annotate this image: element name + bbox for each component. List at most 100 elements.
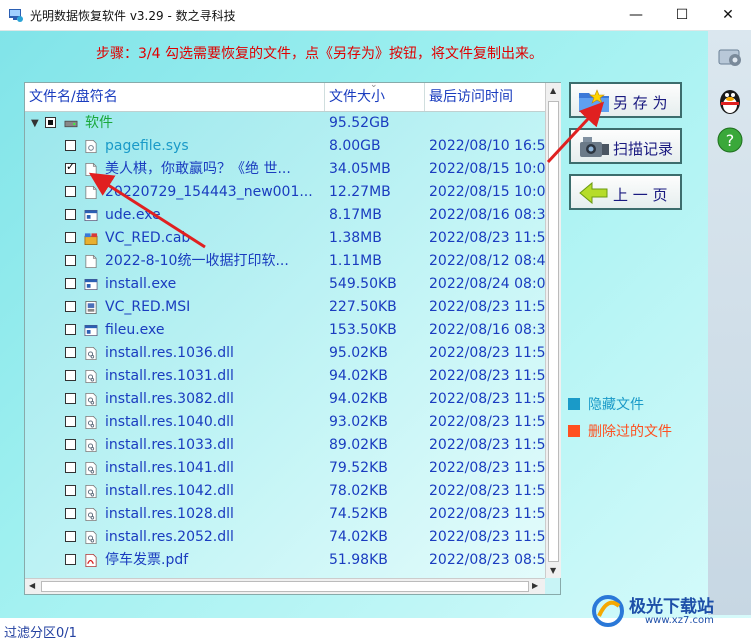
file-row[interactable]: install.res.1040.dll 93.02KB 2022/08/23 11…	[25, 411, 545, 434]
row-checkbox[interactable]	[65, 186, 76, 197]
file-row[interactable]: VC_RED.MSI 227.50KB 2022/08/23 11:5	[25, 296, 545, 319]
file-size: 95.02KB	[329, 345, 388, 361]
row-checkbox[interactable]	[65, 347, 76, 358]
row-checkbox[interactable]	[65, 439, 76, 450]
dll-icon	[85, 485, 97, 498]
file-size: 74.52KB	[329, 506, 388, 522]
row-checkbox[interactable]	[65, 393, 76, 404]
file-time: 2022/08/23 11:5	[429, 391, 545, 407]
dll-icon	[85, 508, 97, 521]
file-size: 549.50KB	[329, 276, 397, 292]
blank-file-icon	[85, 186, 97, 199]
file-row[interactable]: install.res.1036.dll 95.02KB 2022/08/23 11…	[25, 342, 545, 365]
cab-icon	[84, 233, 98, 245]
row-checkbox[interactable]	[65, 232, 76, 243]
legend-deleted-files: 删除过的文件	[568, 421, 672, 441]
file-row[interactable]: install.res.1042.dll 78.02KB 2022/08/23 11…	[25, 480, 545, 503]
file-time: 2022/08/23 11:5	[429, 437, 545, 453]
qq-penguin-icon[interactable]	[716, 84, 744, 116]
row-checkbox[interactable]	[45, 117, 56, 128]
file-row[interactable]: install.res.3082.dll 94.02KB 2022/08/23 11…	[25, 388, 545, 411]
file-size: 89.02KB	[329, 437, 388, 453]
file-name: 美人棋，你敢赢吗？《绝 世...	[105, 161, 291, 177]
row-checkbox[interactable]	[65, 370, 76, 381]
vertical-scrollbar[interactable]: ▲ ▼	[545, 83, 561, 578]
horizontal-scrollbar[interactable]: ◀ ▶	[25, 578, 545, 594]
scroll-up-icon[interactable]: ▲	[550, 86, 556, 95]
file-list-rows: ▼ 软件 95.52GB pagefile.sys 8.00GB 2022/08/10 1…	[25, 112, 545, 578]
file-size: 8.00GB	[329, 138, 381, 154]
column-time-header[interactable]: 最后访问时间	[425, 83, 545, 111]
exe-icon	[84, 209, 98, 222]
file-row[interactable]: 美人棋，你敢赢吗？《绝 世... 34.05MB 2022/08/15 10:0	[25, 158, 545, 181]
file-row[interactable]: ▼ 软件 95.52GB	[25, 112, 545, 135]
exe-icon	[84, 324, 98, 337]
row-checkbox[interactable]	[65, 278, 76, 289]
column-name-header[interactable]: 文件名/盘符名	[25, 83, 325, 111]
file-time: 2022/08/15 10:0	[429, 161, 545, 177]
file-row[interactable]: 20220729_154443_new001... 12.27MB 2022/08/…	[25, 181, 545, 204]
file-size: 8.17MB	[329, 207, 382, 223]
file-name: VC_RED.MSI	[105, 299, 191, 315]
file-row[interactable]: fileu.exe 153.50KB 2022/08/16 08:3	[25, 319, 545, 342]
file-size: 94.02KB	[329, 368, 388, 384]
scroll-down-icon[interactable]: ▼	[550, 566, 556, 575]
row-checkbox[interactable]	[65, 462, 76, 473]
help-icon[interactable]: ?	[716, 126, 744, 154]
scroll-left-icon[interactable]: ◀	[29, 581, 35, 590]
file-size: 12.27MB	[329, 184, 391, 200]
dll-icon	[85, 347, 97, 360]
row-checkbox[interactable]	[65, 324, 76, 335]
file-row[interactable]: pagefile.sys 8.00GB 2022/08/10 16:5	[25, 135, 545, 158]
file-row[interactable]: install.res.1041.dll 79.52KB 2022/08/23 11…	[25, 457, 545, 480]
right-toolbar: ?	[708, 30, 751, 615]
watermark-url: www.xz7.com	[645, 615, 714, 626]
vertical-scroll-thumb[interactable]	[548, 101, 559, 562]
file-name: pagefile.sys	[105, 138, 189, 154]
minimize-button[interactable]: —	[613, 0, 659, 30]
row-checkbox[interactable]	[65, 508, 76, 519]
save-as-button[interactable]: 另 存 为	[569, 82, 682, 118]
expand-toggle-icon[interactable]: ▼	[31, 118, 39, 129]
dll-icon	[85, 416, 97, 429]
row-checkbox[interactable]	[65, 416, 76, 427]
settings-icon[interactable]	[716, 44, 744, 70]
file-row[interactable]: install.res.1031.dll 94.02KB 2022/08/23 11…	[25, 365, 545, 388]
prev-page-label: 上 一 页	[613, 186, 668, 204]
dll-icon	[85, 531, 97, 544]
file-row[interactable]: ude.exe 8.17MB 2022/08/16 08:3	[25, 204, 545, 227]
msi-icon	[85, 301, 97, 314]
dll-icon	[85, 393, 97, 406]
maximize-button[interactable]: ☐	[659, 0, 705, 30]
prev-page-button[interactable]: 上 一 页	[569, 174, 682, 210]
file-time: 2022/08/23 11:5	[429, 299, 545, 315]
save-as-label: 另 存 为	[613, 94, 668, 112]
system-file-icon	[85, 140, 97, 153]
blank-file-icon	[85, 163, 97, 176]
close-button[interactable]: ✕	[705, 0, 751, 30]
row-checkbox[interactable]	[65, 209, 76, 220]
file-row[interactable]: install.res.1028.dll 74.52KB 2022/08/23 11…	[25, 503, 545, 526]
row-checkbox[interactable]	[65, 140, 76, 151]
file-time: 2022/08/23 11:5	[429, 368, 545, 384]
legend-swatch	[568, 425, 580, 437]
row-checkbox[interactable]	[65, 531, 76, 542]
file-row[interactable]: install.res.2052.dll 74.02KB 2022/08/23 11…	[25, 526, 545, 549]
row-checkbox[interactable]	[65, 554, 76, 565]
file-size: 74.02KB	[329, 529, 388, 545]
title-bar[interactable]: 光明数据恢复软件 v3.29 - 数之寻科技 — ☐ ✕	[0, 0, 751, 31]
scan-log-button[interactable]: 扫描记录	[569, 128, 682, 164]
file-row[interactable]: 2022-8-10统一收据打印软... 1.11MB 2022/08/12 08:4	[25, 250, 545, 273]
file-row[interactable]: install.res.1033.dll 89.02KB 2022/08/23 11…	[25, 434, 545, 457]
file-row[interactable]: install.exe 549.50KB 2022/08/24 08:0	[25, 273, 545, 296]
horizontal-scroll-thumb[interactable]	[41, 581, 529, 592]
row-checkbox[interactable]	[65, 301, 76, 312]
file-time: 2022/08/23 11:5	[429, 414, 545, 430]
row-checkbox[interactable]	[65, 255, 76, 266]
scroll-right-icon[interactable]: ▶	[532, 581, 538, 590]
file-row[interactable]: 停车发票.pdf 51.98KB 2022/08/23 08:5	[25, 549, 545, 572]
row-checkbox[interactable]	[65, 485, 76, 496]
row-checkbox[interactable]	[65, 160, 76, 174]
file-name: install.res.2052.dll	[105, 529, 234, 545]
file-row[interactable]: VC_RED.cab 1.38MB 2022/08/23 11:5	[25, 227, 545, 250]
